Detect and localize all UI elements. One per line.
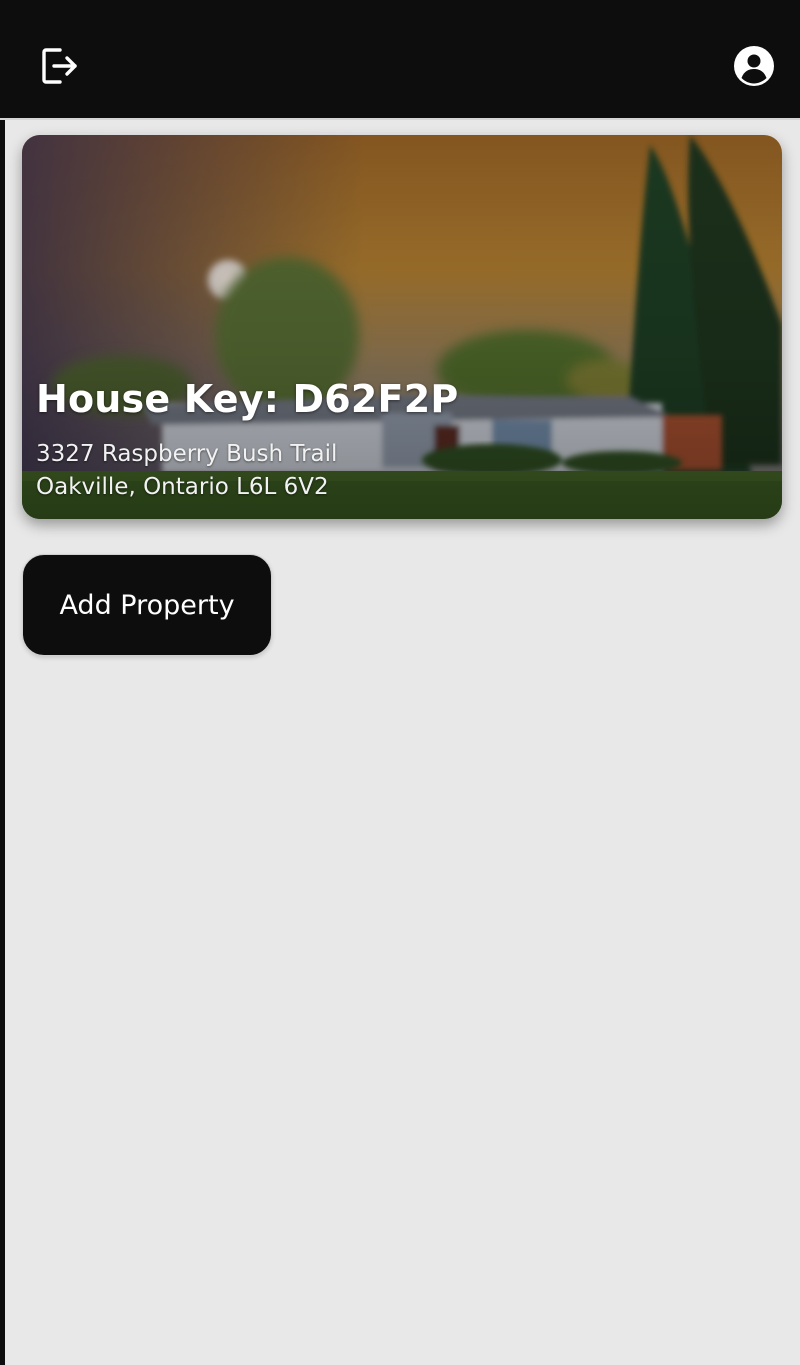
address-line-2: Oakville, Ontario L6L 6V2 — [36, 474, 329, 500]
logout-icon — [42, 48, 77, 84]
screen-edge — [0, 0, 5, 1365]
house-key-title: House Key: D62F2P — [36, 377, 459, 421]
logout-button[interactable] — [30, 38, 86, 94]
account-button[interactable] — [726, 38, 782, 94]
address-line-1: 3327 Raspberry Bush Trail — [36, 441, 338, 467]
add-property-button[interactable]: Add Property — [22, 554, 272, 656]
account-circle-icon — [734, 46, 774, 86]
top-app-bar — [0, 0, 800, 120]
property-card[interactable]: House Key: D62F2P 3327 Raspberry Bush Tr… — [22, 135, 782, 519]
